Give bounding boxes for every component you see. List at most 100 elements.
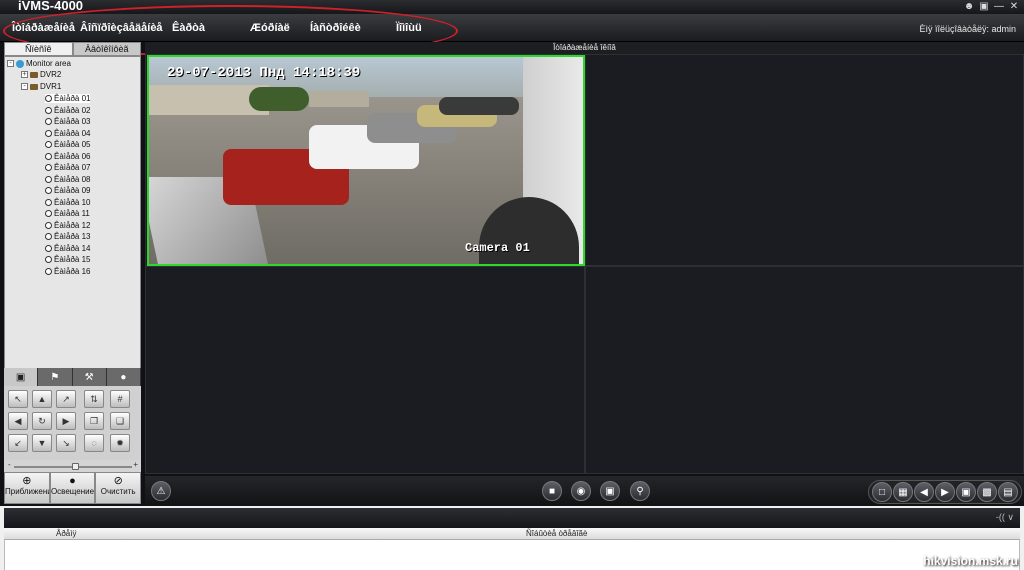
fullscreen-icon[interactable]: ▣ — [956, 482, 976, 502]
light-label: Освещение — [50, 487, 95, 496]
ptz-focus-button[interactable]: ◌ — [84, 434, 104, 452]
slider-knob[interactable] — [72, 463, 79, 470]
event-toolbar: -(( ∨ — [4, 508, 1020, 528]
ptz-up-left-button[interactable]: ↖ — [8, 390, 28, 408]
ptz-preset-button[interactable]: ⇅ — [84, 390, 104, 408]
tree-node-dvr2[interactable]: + DVR2 — [21, 70, 61, 79]
layout-4-icon[interactable]: ▦ — [893, 482, 913, 502]
tree-root[interactable]: - Monitor area — [7, 59, 71, 68]
prev-icon[interactable]: ◀ — [914, 482, 934, 502]
expand-icon[interactable]: + — [21, 71, 28, 78]
tree-camera-item[interactable]: Êàìåðà 01 — [45, 94, 91, 103]
tree-camera-item[interactable]: Êàìåðà 08 — [45, 175, 90, 184]
record-icon[interactable]: ● — [106, 368, 141, 386]
tree-node-dvr1[interactable]: - DVR1 — [21, 82, 61, 91]
ptz-auto-button[interactable]: ↻ — [32, 412, 52, 430]
left-tabs: Ñïèñîê Àâòîêîíôèã — [4, 42, 141, 56]
window-controls: ☻ ▣ — ✕ — [963, 1, 1020, 13]
ptz-icon[interactable]: ▣ — [4, 368, 39, 386]
exit-icon[interactable]: ▤ — [998, 482, 1018, 502]
flag-icon[interactable]: ⚑ — [38, 368, 73, 386]
camera-icon — [45, 141, 52, 148]
menu-item-help[interactable]: Ïîìîùü — [396, 22, 422, 34]
ptz-left-button[interactable]: ◀ — [8, 412, 28, 430]
tree-camera-item[interactable]: Êàìåðà 04 — [45, 129, 90, 138]
tab-list[interactable]: Ñïèñîê — [4, 42, 73, 56]
ptz-down-left-button[interactable]: ↙ — [8, 434, 28, 452]
layout-1-icon[interactable]: □ — [872, 482, 892, 502]
close-icon[interactable]: ✕ — [1008, 1, 1020, 13]
ptz-down-right-button[interactable]: ↘ — [56, 434, 76, 452]
ptz-copy-button[interactable]: ❐ — [84, 412, 104, 430]
tree-camera-item[interactable]: Êàìåðà 10 — [45, 198, 90, 207]
ptz-up-button[interactable]: ▲ — [32, 390, 52, 408]
video-cell-4[interactable] — [585, 266, 1024, 474]
menu-item-playback[interactable]: Âîñïðîèçâåäåíèå — [80, 22, 163, 34]
tree-camera-label: Êàìåðà 05 — [54, 140, 91, 149]
record-icon[interactable]: ◉ — [571, 481, 591, 501]
collapse-icon[interactable]: - — [7, 60, 14, 67]
camera-feed-1[interactable]: 29-07-2013 Пнд 14:18:39 Camera 01 — [147, 55, 585, 266]
ptz-down-button[interactable]: ▼ — [32, 434, 52, 452]
ptz-right-button[interactable]: ▶ — [56, 412, 76, 430]
camera-icon — [45, 256, 52, 263]
menu-item-map[interactable]: Êàðòà — [172, 22, 205, 34]
lock-icon[interactable]: ▣ — [978, 1, 990, 13]
camera-icon — [45, 233, 52, 240]
user-icon[interactable]: ☻ — [963, 1, 975, 13]
speed-slider[interactable]: - + — [8, 460, 138, 470]
ptz-paste-button[interactable]: ❏ — [110, 412, 130, 430]
tree-camera-item[interactable]: Êàìåðà 07 — [45, 163, 90, 172]
camera-car-dark — [439, 97, 519, 115]
snapshot-icon[interactable]: ▣ — [600, 481, 620, 501]
tree-camera-item[interactable]: Êàìåðà 05 — [45, 140, 90, 149]
stop-all-icon[interactable]: ■ — [542, 481, 562, 501]
event-table-body — [4, 540, 1020, 570]
tree-camera-item[interactable]: Êàìåðà 13 — [45, 232, 90, 241]
event-toolbar-icons[interactable]: -(( ∨ — [996, 512, 1014, 523]
tools-icon[interactable]: ⚒ — [72, 368, 107, 386]
ptz-iris-button[interactable]: ✹ — [110, 434, 130, 452]
tree-camera-item[interactable]: Êàìåðà 15 — [45, 255, 90, 264]
tree-camera-label: Êàìåðà 12 — [54, 220, 91, 230]
app-title: iVMS-4000 — [18, 0, 84, 13]
event-panel: -(( ∨ Âðåìÿ Ñîáûòèå òðåâîãè hikvision.ms… — [0, 506, 1024, 570]
menu-item-view[interactable]: Îòîáðàæåíèå — [12, 22, 75, 34]
video-cell-3[interactable] — [145, 266, 585, 474]
camera-icon — [45, 244, 52, 252]
control-bar: ⚠ ■ ◉ ▣ ⚲ □ ▦ ◀ ▶ ▣ ▩ ▤ — [145, 476, 1024, 506]
tree-camera-item[interactable]: Êàìåðà 14 — [45, 244, 90, 253]
tree-camera-item[interactable]: Êàìåðà 03 — [45, 117, 90, 126]
zoom-icon: ⊕ — [22, 475, 32, 487]
tree-camera-label: Êàìåðà 01 — [54, 94, 91, 103]
tree-camera-label: Êàìåðà 13 — [54, 232, 91, 241]
collapse-icon[interactable]: - — [21, 83, 28, 90]
camera-icon — [45, 95, 52, 102]
tab-autoconfig[interactable]: Àâòîêîíôèã — [72, 42, 141, 56]
next-icon[interactable]: ▶ — [935, 482, 955, 502]
ptz-up-right-button[interactable]: ↗ — [56, 390, 76, 408]
wiper-button[interactable]: ⊘ Очистить — [95, 472, 142, 504]
watermark: hikvision.msk.ru — [923, 554, 1018, 568]
tree-camera-item[interactable]: Êàìåðà 12 — [45, 221, 90, 230]
minimize-icon[interactable]: — — [993, 1, 1005, 13]
tree-camera-item[interactable]: Êàìåðà 11 — [45, 209, 90, 218]
zoom-icon[interactable]: ⚲ — [630, 481, 650, 501]
ptz-grid-button[interactable]: # — [110, 390, 130, 408]
column-time[interactable]: Âðåìÿ — [56, 529, 76, 538]
tree-camera-item[interactable]: Êàìåðà 09 — [45, 186, 90, 195]
video-cell-2[interactable] — [585, 54, 1024, 266]
tree-camera-item[interactable]: Êàìåðà 06 — [45, 152, 90, 161]
zoom-button[interactable]: ⊕Приближение — [4, 472, 50, 504]
dvr-icon — [30, 71, 38, 78]
save-view-icon[interactable]: ▩ — [977, 482, 997, 502]
wiper-label: Очистить — [100, 487, 136, 496]
light-button[interactable]: ● Освещение — [49, 472, 96, 504]
tree-camera-item[interactable]: Êàìåðà 02 — [45, 106, 90, 115]
alarm-icon[interactable]: ⚠ — [151, 481, 171, 501]
menu-item-settings[interactable]: Íàñòðîéêè — [310, 22, 361, 34]
tree-camera-item[interactable]: Êàìåðà 16 — [45, 267, 90, 276]
layout-controls: □ ▦ ◀ ▶ ▣ ▩ ▤ — [868, 480, 1022, 504]
menu-item-log[interactable]: Æóðíàë — [250, 22, 290, 34]
column-event[interactable]: Ñîáûòèå òðåâîãè — [526, 529, 587, 538]
